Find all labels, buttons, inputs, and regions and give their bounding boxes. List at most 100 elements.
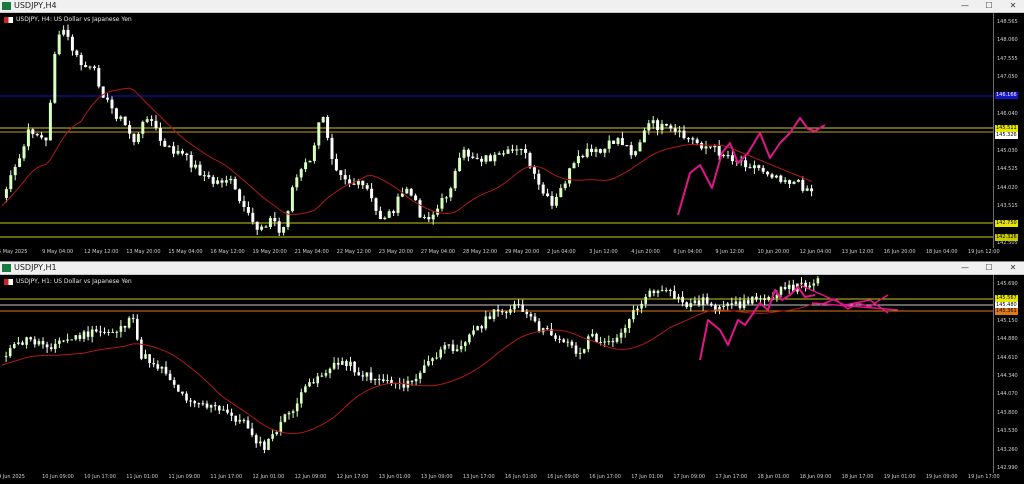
candlestick bbox=[163, 138, 167, 148]
price-tick-label: 144.610 bbox=[997, 354, 1018, 361]
minimize-button[interactable]: — bbox=[960, 0, 970, 12]
candlestick bbox=[581, 154, 585, 159]
candlestick bbox=[216, 177, 220, 185]
candlestick bbox=[444, 195, 448, 203]
window-titlebar-h4[interactable]: USDJPY,H4 — ☐ ✕ bbox=[0, 0, 1024, 13]
candlestick bbox=[451, 339, 455, 354]
time-tick-label: 17 Jun 17:00 bbox=[715, 474, 748, 480]
candlestick bbox=[308, 378, 311, 388]
maximize-button[interactable]: ☐ bbox=[984, 0, 994, 12]
candlestick bbox=[574, 342, 578, 357]
time-tick-label: 19 Jun 12:00 bbox=[967, 249, 1000, 255]
candlestick bbox=[259, 436, 262, 447]
candlestick bbox=[378, 206, 382, 220]
price-tick-label: 146.040 bbox=[997, 111, 1018, 118]
time-tick-label: 4 Jun 20:00 bbox=[631, 249, 660, 255]
minimize-button[interactable]: — bbox=[960, 262, 970, 274]
candlestick bbox=[502, 150, 506, 157]
time-tick-label: 16 Jun 01:00 bbox=[505, 474, 537, 480]
current-price-tag: 145.567 bbox=[995, 295, 1018, 302]
candlestick bbox=[607, 335, 611, 346]
candlestick bbox=[476, 325, 479, 331]
candlestick bbox=[88, 65, 92, 70]
candlestick-plot-h4[interactable] bbox=[0, 13, 993, 248]
time-tick-label: 11 Jun 17:00 bbox=[210, 474, 243, 480]
candlestick bbox=[598, 148, 602, 154]
time-tick-label: 5 May 2025 bbox=[0, 249, 28, 255]
candlestick bbox=[427, 212, 431, 223]
candlestick bbox=[324, 369, 328, 378]
maximize-button[interactable]: ☐ bbox=[984, 262, 994, 274]
candlestick bbox=[533, 312, 537, 323]
candlestick bbox=[660, 285, 664, 292]
window-titlebar-h1[interactable]: USDJPY,H1 — ☐ ✕ bbox=[0, 262, 1024, 275]
candlestick bbox=[396, 193, 400, 217]
candlestick bbox=[582, 348, 586, 354]
candlestick bbox=[207, 171, 211, 179]
candlestick bbox=[788, 179, 792, 189]
candlestick bbox=[271, 428, 274, 442]
trendline-zigzag-h4[interactable] bbox=[677, 117, 826, 216]
candlestick bbox=[591, 329, 594, 338]
candlestick-plot-h1[interactable] bbox=[0, 275, 993, 473]
chart-window-h1[interactable]: USDJPY,H1 — ☐ ✕ USDJPY, H1: US Dollar vs… bbox=[0, 261, 1024, 484]
candlestick bbox=[136, 132, 140, 145]
candlestick bbox=[414, 373, 418, 386]
close-button[interactable]: ✕ bbox=[1008, 0, 1018, 12]
candlestick bbox=[570, 339, 574, 349]
candlestick bbox=[455, 344, 459, 352]
price-axis-h1[interactable]: 145.690145.420145.150144.880144.610144.3… bbox=[993, 275, 1024, 473]
candlestick bbox=[246, 201, 250, 216]
chart-window-h4[interactable]: USDJPY,H4 — ☐ ✕ USDJPY, H4: US Dollar vs… bbox=[0, 0, 1024, 260]
candlestick bbox=[595, 332, 598, 344]
candlestick bbox=[382, 374, 385, 383]
candlestick bbox=[669, 123, 673, 132]
close-button[interactable]: ✕ bbox=[1008, 262, 1018, 274]
candlestick bbox=[558, 335, 561, 344]
candlestick bbox=[287, 411, 291, 420]
chart-window-icon bbox=[2, 264, 11, 272]
candlestick bbox=[201, 400, 205, 406]
candlestick bbox=[766, 170, 770, 177]
candlestick bbox=[145, 116, 149, 124]
price-tick-label: 143.515 bbox=[997, 203, 1018, 210]
candlestick bbox=[172, 377, 176, 389]
candlestick bbox=[197, 402, 201, 408]
price-tick-label: 145.150 bbox=[997, 317, 1018, 324]
candlestick bbox=[612, 140, 616, 145]
candlestick bbox=[651, 116, 655, 129]
candlestick bbox=[783, 282, 787, 291]
candlestick bbox=[801, 176, 805, 193]
candlestick bbox=[644, 293, 647, 308]
time-tick-label: 15 May 04:00 bbox=[168, 249, 203, 255]
candlestick bbox=[386, 374, 389, 384]
time-axis-h1[interactable]: 9 Jun 2025 10 Jun 09:00 10 Jun 17:00 11 Jun… bbox=[0, 473, 1000, 483]
candlestick bbox=[673, 285, 676, 299]
time-tick-label: 10 Jun 20:00 bbox=[757, 249, 790, 255]
candlestick bbox=[41, 337, 45, 349]
candlestick bbox=[554, 193, 558, 208]
candlestick bbox=[763, 294, 766, 306]
candlestick bbox=[686, 137, 690, 143]
candlestick bbox=[194, 160, 198, 170]
time-tick-label: 19 Jun 09:00 bbox=[925, 474, 958, 480]
candlestick bbox=[590, 144, 594, 156]
price-axis-h4[interactable]: 148.565148.060147.555147.050146.545146.0… bbox=[993, 13, 1024, 248]
candlestick bbox=[218, 404, 221, 415]
time-tick-label: 22 May 12:00 bbox=[336, 249, 371, 255]
candlestick bbox=[114, 107, 118, 122]
candlestick bbox=[144, 349, 147, 359]
candlestick bbox=[22, 144, 26, 162]
time-tick-label: 18 Jun 09:00 bbox=[799, 474, 832, 480]
candlestick bbox=[546, 188, 550, 198]
candlestick bbox=[70, 34, 74, 56]
candlestick bbox=[405, 186, 409, 194]
candlestick bbox=[361, 370, 365, 381]
candlestick bbox=[99, 325, 102, 337]
candlestick bbox=[8, 344, 12, 358]
candlestick bbox=[13, 164, 17, 181]
candlestick bbox=[562, 338, 565, 343]
time-axis-h4[interactable]: 5 May 2025 9 May 04:00 12 May 12:00 13 May … bbox=[0, 248, 1000, 258]
candlestick bbox=[238, 414, 242, 424]
candlestick bbox=[180, 148, 184, 156]
